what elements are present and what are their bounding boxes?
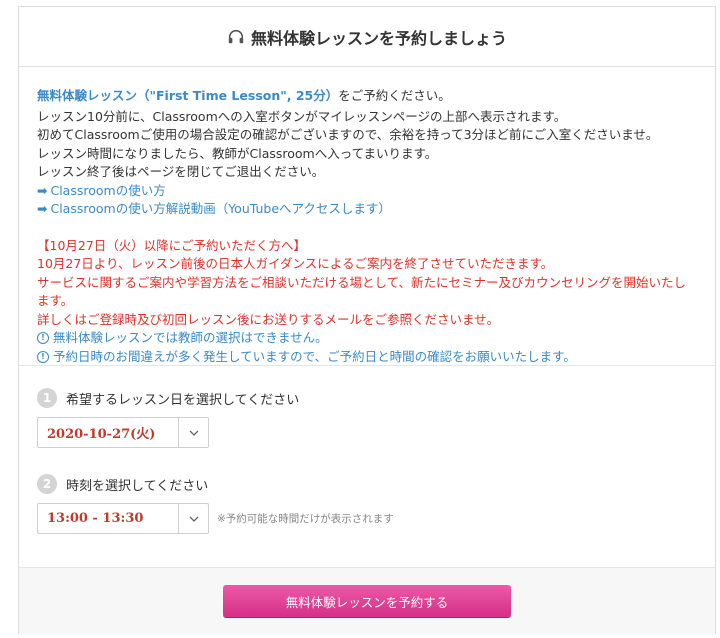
info-line: レッスン時間になりましたら、教師がClassroomへ入ってまいります。 bbox=[37, 145, 438, 161]
page-title: 無料体験レッスンを予約しましょう bbox=[250, 28, 507, 48]
classroom-video-link[interactable]: Classroomの使い方解説動画（YouTubeへアクセスします） bbox=[50, 201, 390, 216]
lesson-info: 無料体験レッスン（"First Time Lesson", 25分）をご予約くだ… bbox=[19, 67, 715, 366]
step-number: 1 bbox=[37, 388, 57, 408]
arrow-right-icon: ➡ bbox=[37, 201, 48, 216]
note-text: 無料体験レッスンでは教師の選択はできません。 bbox=[53, 330, 328, 345]
info-line: 初めてClassroomご使用の場合設定の確認がございますので、余裕を持って3分… bbox=[37, 127, 659, 142]
notice-line: サービスに関するご案内や学習方法をご相談いただける場として、新たにセミナー及びカ… bbox=[37, 274, 687, 309]
date-select[interactable]: 2020-10-27(火) bbox=[37, 417, 209, 448]
step-number: 2 bbox=[37, 474, 57, 494]
info-line: レッスン10分前に、Classroomへの入室ボタンがマイレッスンページの上部へ… bbox=[37, 108, 567, 124]
notice-line: 詳しくはご登録時及び初回レッスン後にお送りするメールをご参照くださいませ。 bbox=[37, 311, 500, 327]
step-1: 1 希望するレッスン日を選択してください bbox=[37, 388, 697, 408]
headphones-icon bbox=[228, 29, 244, 43]
reservation-card: 無料体験レッスンを予約しましょう 無料体験レッスン（"First Time Le… bbox=[18, 6, 716, 634]
card-header: 無料体験レッスンを予約しましょう bbox=[19, 7, 715, 67]
chevron-down-icon[interactable] bbox=[178, 504, 208, 533]
reservation-form: 1 希望するレッスン日を選択してください 2020-10-27(火) 2 時刻を… bbox=[19, 366, 715, 568]
time-select-value: 13:00 - 13:30 bbox=[47, 511, 144, 526]
notice-line: 10月27日より、レッスン前後の日本人ガイダンスによるご案内を終了させていただき… bbox=[37, 256, 554, 271]
step-label: 希望するレッスン日を選択してください bbox=[66, 392, 300, 408]
info-icon: ! bbox=[37, 332, 49, 345]
classroom-howto-link[interactable]: Classroomの使い方 bbox=[50, 183, 165, 198]
notice-heading: 【10月27日（火）以降にご予約いただく方へ】 bbox=[37, 237, 307, 253]
info-line: レッスン終了後はページを閉じてご退出ください。 bbox=[37, 164, 325, 179]
chevron-down-icon[interactable] bbox=[178, 418, 208, 447]
lead-accent: 無料体験レッスン（"First Time Lesson", 25分） bbox=[37, 88, 339, 103]
note-date-confirm: ! 予約日時のお間違えが多く発生していますので、ご予約日と時間の確認をお願いいたし… bbox=[37, 348, 697, 367]
lead-rest: をご予約ください。 bbox=[338, 88, 451, 103]
lead-text: 無料体験レッスン（"First Time Lesson", 25分）をご予約くだ… bbox=[37, 87, 697, 106]
step-label: 時刻を選択してください bbox=[66, 478, 209, 494]
classroom-howto-link-row[interactable]: ➡ Classroomの使い方 bbox=[37, 182, 697, 201]
classroom-video-link-row[interactable]: ➡ Classroomの使い方解説動画（YouTubeへアクセスします） bbox=[37, 200, 697, 219]
date-select-value: 2020-10-27(火) bbox=[47, 427, 156, 442]
info-icon: ! bbox=[37, 350, 49, 363]
form-footer: 無料体験レッスンを予約する bbox=[19, 568, 715, 634]
arrow-right-icon: ➡ bbox=[37, 182, 48, 198]
reserve-trial-lesson-button[interactable]: 無料体験レッスンを予約する bbox=[223, 585, 511, 617]
note-teacher-selection: ! 無料体験レッスンでは教師の選択はできません。 bbox=[37, 329, 697, 348]
time-select[interactable]: 13:00 - 13:30 bbox=[37, 503, 209, 534]
note-text: 予約日時のお間違えが多く発生していますので、ご予約日と時間の確認をお願いいたしま… bbox=[53, 348, 576, 364]
time-hint: ※予約可能な時間だけが表示されます bbox=[217, 513, 394, 525]
step-2: 2 時刻を選択してください bbox=[37, 474, 697, 494]
